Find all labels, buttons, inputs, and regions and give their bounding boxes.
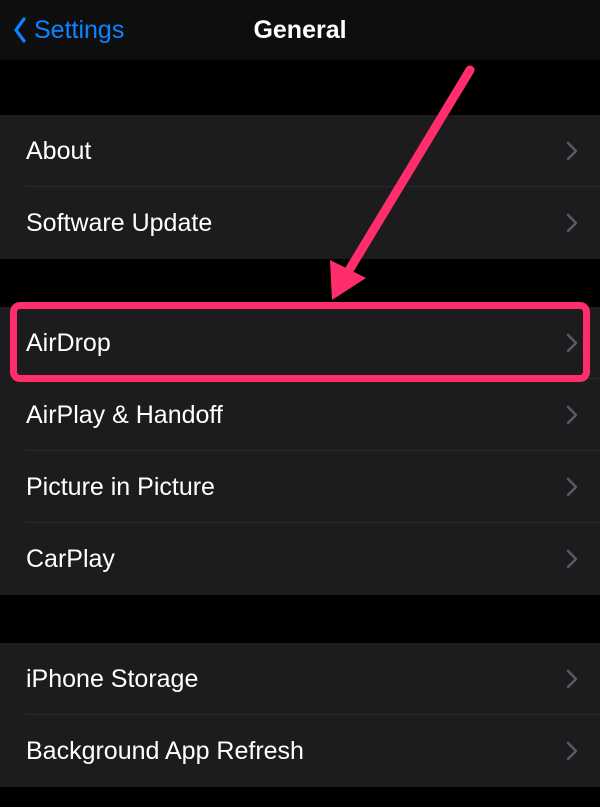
chevron-right-icon — [566, 141, 578, 161]
row-label: Picture in Picture — [26, 473, 215, 502]
chevron-right-icon — [566, 405, 578, 425]
chevron-right-icon — [566, 333, 578, 353]
chevron-right-icon — [566, 669, 578, 689]
section-gap — [0, 60, 600, 115]
list-group-2: AirDrop AirPlay & Handoff Picture in Pic… — [0, 307, 600, 595]
row-background-app-refresh[interactable]: Background App Refresh — [0, 715, 600, 787]
chevron-right-icon — [566, 213, 578, 233]
section-gap — [0, 259, 600, 307]
chevron-right-icon — [566, 477, 578, 497]
row-iphone-storage[interactable]: iPhone Storage — [0, 643, 600, 715]
chevron-right-icon — [566, 549, 578, 569]
page-title: General — [253, 16, 346, 45]
row-airdrop[interactable]: AirDrop — [0, 307, 600, 379]
row-label: Software Update — [26, 209, 212, 238]
list-group-1: About Software Update — [0, 115, 600, 259]
chevron-left-icon — [12, 16, 28, 44]
row-label: iPhone Storage — [26, 665, 198, 694]
back-button[interactable]: Settings — [12, 16, 124, 45]
row-airplay-handoff[interactable]: AirPlay & Handoff — [0, 379, 600, 451]
row-about[interactable]: About — [0, 115, 600, 187]
row-picture-in-picture[interactable]: Picture in Picture — [0, 451, 600, 523]
list-group-3: iPhone Storage Background App Refresh — [0, 643, 600, 787]
section-gap — [0, 595, 600, 643]
chevron-right-icon — [566, 741, 578, 761]
navigation-bar: Settings General — [0, 0, 600, 60]
row-label: Background App Refresh — [26, 737, 304, 766]
row-label: AirPlay & Handoff — [26, 401, 223, 430]
back-label: Settings — [34, 16, 124, 45]
row-label: AirDrop — [26, 329, 111, 358]
row-carplay[interactable]: CarPlay — [0, 523, 600, 595]
row-label: About — [26, 137, 91, 166]
row-software-update[interactable]: Software Update — [0, 187, 600, 259]
row-label: CarPlay — [26, 545, 115, 574]
